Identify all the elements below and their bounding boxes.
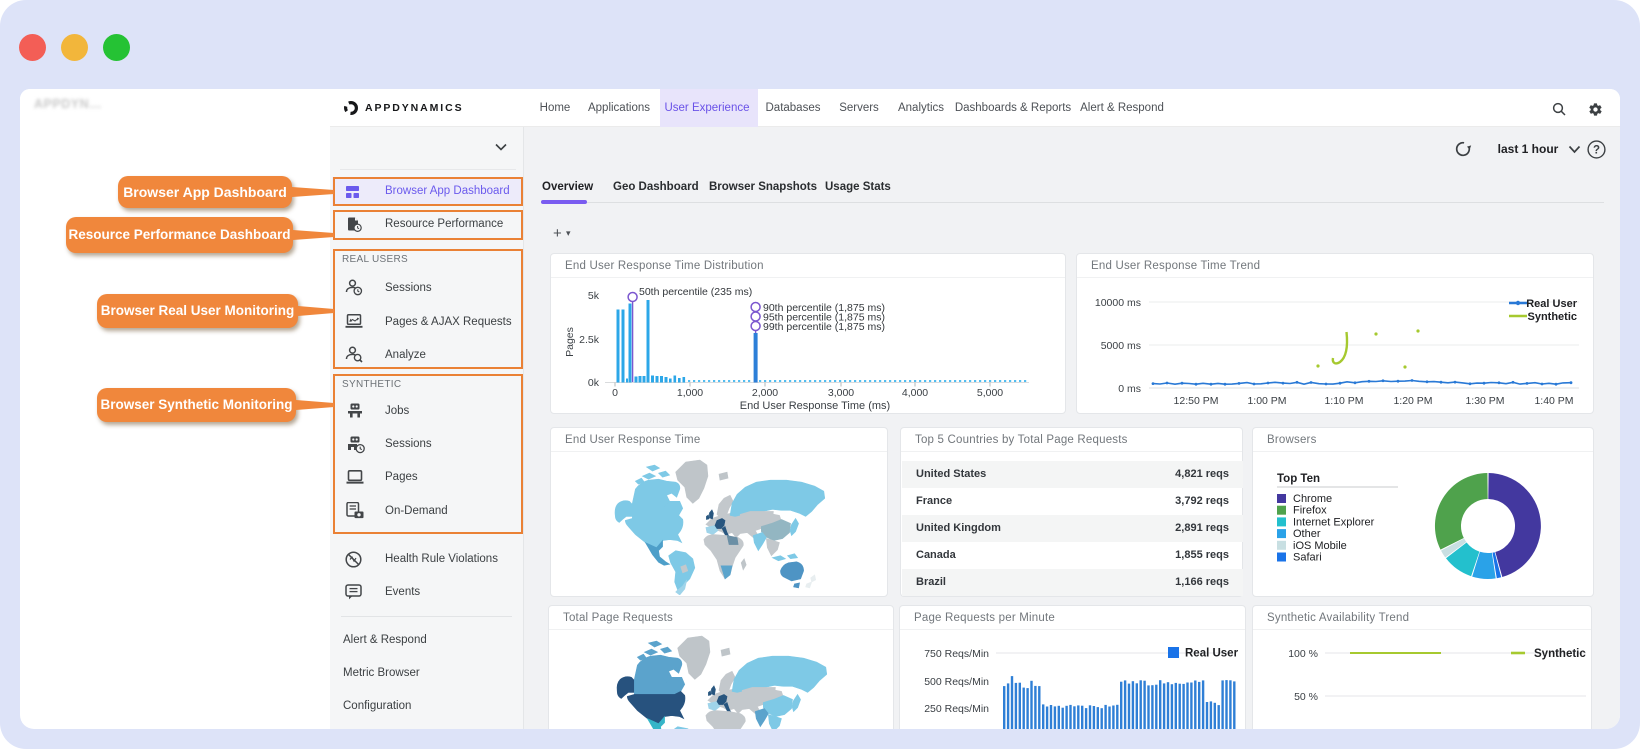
svg-text:Real User: Real User <box>1526 298 1577 310</box>
svg-text:Synthetic: Synthetic <box>1527 311 1577 323</box>
svg-text:1:40 PM: 1:40 PM <box>1534 395 1573 407</box>
svg-text:5,000: 5,000 <box>977 387 1003 399</box>
svg-text:Safari: Safari <box>1293 552 1322 564</box>
svg-text:250 Reqs/Min: 250 Reqs/Min <box>924 703 989 715</box>
svg-text:Internet Explorer: Internet Explorer <box>1293 516 1375 528</box>
svg-text:0: 0 <box>612 387 618 399</box>
svg-text:99th percentile (1,875 ms): 99th percentile (1,875 ms) <box>763 321 885 333</box>
svg-text:0 ms: 0 ms <box>1118 383 1141 395</box>
svg-text:1,000: 1,000 <box>677 387 703 399</box>
svg-text:750 Reqs/Min: 750 Reqs/Min <box>924 648 989 660</box>
svg-text:1:30 PM: 1:30 PM <box>1465 395 1504 407</box>
svg-text:End User Response Time (ms): End User Response Time (ms) <box>740 400 890 412</box>
svg-text:500 Reqs/Min: 500 Reqs/Min <box>924 676 989 688</box>
svg-text:5000 ms: 5000 ms <box>1101 340 1141 352</box>
svg-text:?: ? <box>1593 145 1600 157</box>
svg-text:1:00 PM: 1:00 PM <box>1247 395 1286 407</box>
svg-text:Real User: Real User <box>1185 648 1239 660</box>
svg-text:50th percentile (235 ms): 50th percentile (235 ms) <box>639 286 752 298</box>
svg-text:10000 ms: 10000 ms <box>1095 297 1141 309</box>
svg-text:Synthetic: Synthetic <box>1534 648 1586 660</box>
svg-text:3,000: 3,000 <box>828 387 854 399</box>
svg-text:Top Ten: Top Ten <box>1277 473 1320 485</box>
svg-text:2.5k: 2.5k <box>579 334 600 346</box>
svg-text:iOS Mobile: iOS Mobile <box>1293 540 1347 552</box>
svg-text:5k: 5k <box>588 290 600 302</box>
svg-text:0k: 0k <box>588 377 600 389</box>
svg-text:100 %: 100 % <box>1288 648 1318 660</box>
svg-text:12:50 PM: 12:50 PM <box>1174 395 1219 407</box>
svg-text:50 %: 50 % <box>1294 691 1318 703</box>
svg-text:1:20 PM: 1:20 PM <box>1393 395 1432 407</box>
svg-text:Firefox: Firefox <box>1293 505 1327 517</box>
svg-text:1:10 PM: 1:10 PM <box>1324 395 1363 407</box>
svg-text:Other: Other <box>1293 528 1321 540</box>
svg-text:2,000: 2,000 <box>752 387 778 399</box>
svg-text:Pages: Pages <box>564 327 576 357</box>
svg-text:Chrome: Chrome <box>1293 493 1332 505</box>
svg-text:4,000: 4,000 <box>902 387 928 399</box>
